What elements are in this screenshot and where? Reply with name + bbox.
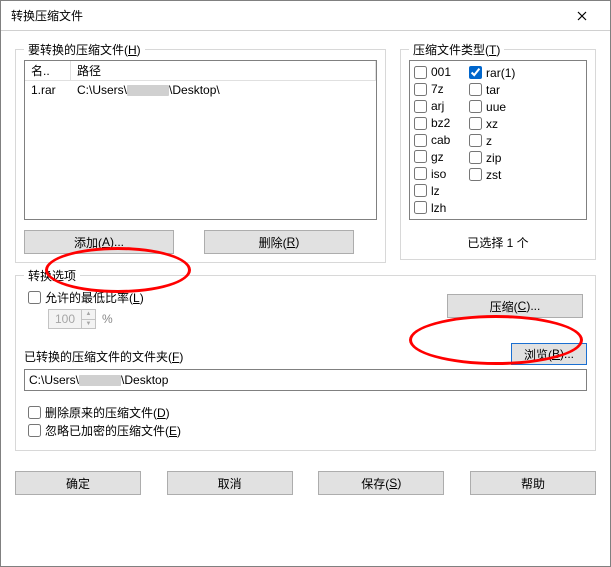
cell-path: C:\Users\\Desktop\ — [71, 83, 376, 97]
type-label: uue — [486, 100, 506, 114]
close-icon — [577, 11, 587, 21]
options-group-title: 转换选项 — [24, 267, 80, 284]
type-label: cab — [431, 133, 450, 147]
type-checkbox-input[interactable] — [414, 184, 427, 197]
types-group: 压缩文件类型(T) 0017zarjbz2cabgzisolzlzh rar(1… — [400, 49, 596, 260]
type-label: lz — [431, 184, 440, 198]
type-label: bz2 — [431, 116, 450, 130]
type-label: gz — [431, 150, 444, 164]
type-xz-checkbox[interactable]: xz — [469, 116, 515, 131]
col-header-path[interactable]: 路径 — [71, 61, 376, 80]
type-7z-checkbox[interactable]: 7z — [414, 82, 451, 97]
archives-group: 要转换的压缩文件(H) 名.. 路径 1.rar C:\Users\\Deskt… — [15, 49, 386, 263]
delete-original-checkbox[interactable]: 删除原来的压缩文件(D) — [28, 405, 587, 420]
type-checkbox-input[interactable] — [414, 201, 427, 214]
add-button[interactable]: 添加(A)... — [24, 230, 174, 254]
type-bz2-checkbox[interactable]: bz2 — [414, 116, 451, 131]
type-checkbox-input[interactable] — [469, 66, 482, 79]
col-header-name[interactable]: 名.. — [25, 61, 71, 80]
ignore-encrypted-checkbox-input[interactable] — [28, 424, 41, 437]
delete-original-checkbox-input[interactable] — [28, 406, 41, 419]
min-ratio-spinner[interactable]: ▲ ▼ — [48, 309, 96, 329]
save-button[interactable]: 保存(S) — [318, 471, 444, 495]
type-checkbox-input[interactable] — [469, 134, 482, 147]
spinner-down-icon[interactable]: ▼ — [82, 320, 95, 329]
type-lzh-checkbox[interactable]: lzh — [414, 200, 451, 215]
compression-button[interactable]: 压缩(C)... — [447, 294, 583, 318]
type-zip-checkbox[interactable]: zip — [469, 150, 515, 165]
type-checkbox-input[interactable] — [414, 66, 427, 79]
type-checkbox-input[interactable] — [414, 150, 427, 163]
type-checkbox-input[interactable] — [414, 117, 427, 130]
ok-button[interactable]: 确定 — [15, 471, 141, 495]
type-checkbox-input[interactable] — [469, 117, 482, 130]
type-label: zst — [486, 168, 501, 182]
type-label: arj — [431, 99, 444, 113]
ratio-unit-label: % — [102, 312, 113, 326]
type-label: z — [486, 134, 492, 148]
type-tar-checkbox[interactable]: tar — [469, 82, 515, 97]
folder-label: 已转换的压缩文件的文件夹(F) — [24, 348, 183, 365]
archive-list[interactable]: 名.. 路径 1.rar C:\Users\\Desktop\ — [24, 60, 377, 220]
type-label: tar — [486, 83, 500, 97]
type-zst-checkbox[interactable]: zst — [469, 167, 515, 182]
type-label: rar(1) — [486, 66, 515, 80]
type-cab-checkbox[interactable]: cab — [414, 133, 451, 148]
window-title: 转换压缩文件 — [11, 7, 83, 24]
type-checkbox-input[interactable] — [469, 151, 482, 164]
type-label: xz — [486, 117, 498, 131]
spinner-up-icon[interactable]: ▲ — [82, 310, 95, 320]
type-checkbox-input[interactable] — [469, 83, 482, 96]
type-001-checkbox[interactable]: 001 — [414, 65, 451, 80]
options-group: 转换选项 允许的最低比率(L) ▲ ▼ — [15, 275, 596, 451]
types-status: 已选择 1 个 — [409, 234, 587, 251]
types-group-title: 压缩文件类型(T) — [409, 41, 504, 58]
cell-name: 1.rar — [25, 83, 71, 97]
dialog-window: 转换压缩文件 要转换的压缩文件(H) 名.. 路径 1.rar — [0, 0, 611, 567]
folder-input[interactable]: C:\Users\\Desktop — [24, 369, 587, 391]
delete-button[interactable]: 删除(R) — [204, 230, 354, 254]
table-row[interactable]: 1.rar C:\Users\\Desktop\ — [25, 81, 376, 99]
titlebar: 转换压缩文件 — [1, 1, 610, 31]
type-checkbox-input[interactable] — [414, 83, 427, 96]
type-label: zip — [486, 151, 501, 165]
type-checkbox-input[interactable] — [414, 167, 427, 180]
type-checkbox-input[interactable] — [469, 168, 482, 181]
footer-buttons: 确定 取消 保存(S) 帮助 — [15, 471, 596, 495]
help-button[interactable]: 帮助 — [470, 471, 596, 495]
min-ratio-value[interactable] — [49, 310, 81, 328]
types-list: 001 7z arj bz2 cab gz iso lz lzh rar(1) tar uue xz z… — [409, 60, 587, 220]
type-arj-checkbox[interactable]: arj — [414, 99, 451, 114]
type-label: 7z — [431, 82, 444, 96]
close-button[interactable] — [562, 2, 602, 30]
type-iso-checkbox[interactable]: iso — [414, 166, 451, 181]
type-label: lzh — [431, 201, 446, 215]
cancel-button[interactable]: 取消 — [167, 471, 293, 495]
archive-list-header: 名.. 路径 — [25, 61, 376, 81]
type-label: iso — [431, 167, 446, 181]
min-ratio-checkbox-input[interactable] — [28, 291, 41, 304]
ignore-encrypted-checkbox[interactable]: 忽略已加密的压缩文件(E) — [28, 423, 587, 438]
type-rar1-checkbox[interactable]: rar(1) — [469, 65, 515, 80]
type-z-checkbox[interactable]: z — [469, 133, 515, 148]
type-checkbox-input[interactable] — [414, 100, 427, 113]
archives-group-title: 要转换的压缩文件(H) — [24, 41, 145, 58]
type-checkbox-input[interactable] — [414, 134, 427, 147]
type-label: 001 — [431, 65, 451, 79]
type-lz-checkbox[interactable]: lz — [414, 183, 451, 198]
min-ratio-checkbox[interactable]: 允许的最低比率(L) — [28, 290, 144, 305]
type-checkbox-input[interactable] — [469, 100, 482, 113]
type-gz-checkbox[interactable]: gz — [414, 149, 451, 164]
type-uue-checkbox[interactable]: uue — [469, 99, 515, 114]
browse-button[interactable]: 浏览(B)... — [511, 343, 587, 365]
